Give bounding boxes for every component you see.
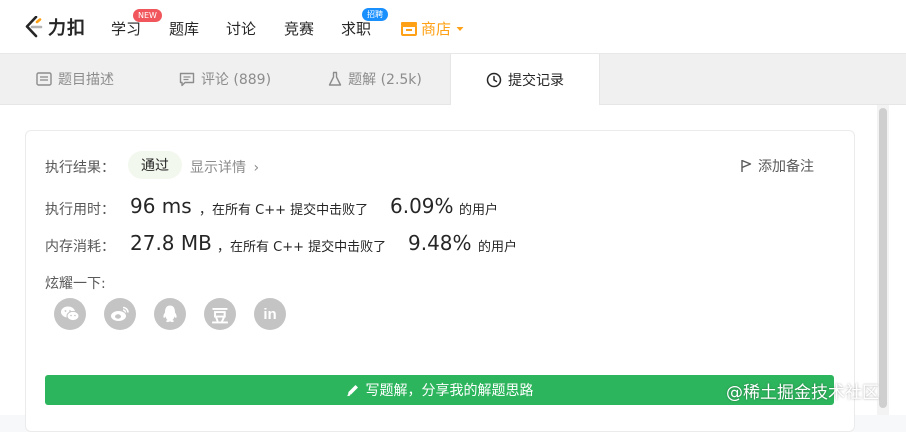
top-navigation: 力扣 学习 NEW 题库 讨论 竞赛 求职 招聘 商店 [0,0,906,54]
memory-suffix: 的用户 [478,240,518,255]
memory-percent: 9.48% [408,231,472,255]
tab-submissions-label: 提交记录 [508,72,564,89]
show-details-link[interactable]: 显示详情 › [190,157,259,177]
nav-store[interactable]: 商店 [400,18,465,39]
tab-solutions-label: 题解 (2.5k) [348,72,422,88]
qq-icon [163,305,177,323]
write-solution-button[interactable]: 写题解，分享我的解题思路 [45,375,834,405]
tab-comments-label: 评论 (889) [200,72,272,88]
runtime-suffix: 的用户 [459,203,499,218]
comment-icon [179,72,195,87]
nav-discuss[interactable]: 讨论 [226,18,256,39]
add-note-label: 添加备注 [758,159,814,175]
problem-tabs: 题目描述 评论 (889) 题解 (2.5k) 提交记录 [0,54,906,105]
share-linkedin-button[interactable]: in [254,298,286,330]
add-note-button[interactable]: 添加备注 [740,156,814,176]
logo[interactable]: 力扣 [24,14,86,40]
tab-comments[interactable]: 评论 (889) [150,54,300,104]
chevron-down-icon [456,26,464,31]
runtime-label: 执行用时： [45,202,115,218]
douban-icon: 豆 [211,306,229,327]
scrollbar-thumb[interactable] [879,108,887,408]
runtime-percent: 6.09% [390,194,454,218]
leetcode-logo-icon [25,16,43,38]
memory-description: ，在所有 C++ 提交中击败了 [217,240,387,255]
description-icon [36,72,52,86]
new-badge: NEW [133,9,162,22]
linkedin-icon: in [263,305,277,323]
logo-text: 力扣 [48,18,86,39]
share-label: 炫耀一下: [45,276,106,292]
write-solution-label: 写题解，分享我的解题思路 [365,383,534,399]
share-douban-button[interactable]: 豆 [204,298,236,330]
show-details-label: 显示详情 [190,160,246,176]
chevron-right-icon: › [253,160,260,176]
status-badge: 通过 [128,151,182,179]
nav-contest[interactable]: 竞赛 [284,18,314,39]
share-weibo-button[interactable] [104,298,136,330]
tab-solutions[interactable]: 题解 (2.5k) [300,54,450,104]
flag-icon [741,159,752,172]
runtime-value: 96 ms [130,194,192,218]
nav-problems[interactable]: 题库 [169,18,199,39]
memory-value: 27.8 MB [130,231,212,255]
result-label: 执行结果： [45,160,115,176]
share-wechat-button[interactable] [54,298,86,330]
tab-description[interactable]: 题目描述 [0,54,150,104]
nav-store-label: 商店 [421,20,452,38]
wechat-icon [61,306,80,322]
runtime-description: ，在所有 C++ 提交中击败了 [199,203,369,218]
memory-label: 内存消耗： [45,239,115,255]
tab-submissions[interactable]: 提交记录 [450,54,600,105]
flask-icon [328,71,342,87]
clock-icon [486,72,502,88]
weibo-icon [111,306,129,321]
nav-learn-label: 学习 [111,20,142,38]
nav-jobs[interactable]: 求职 [341,18,371,39]
store-icon [401,22,417,36]
share-qq-button[interactable] [154,298,186,330]
hiring-badge: 招聘 [362,8,388,21]
watermark: @稀土掘金技术社区 [726,383,879,403]
pencil-icon [346,385,358,397]
tab-description-label: 题目描述 [58,72,114,88]
